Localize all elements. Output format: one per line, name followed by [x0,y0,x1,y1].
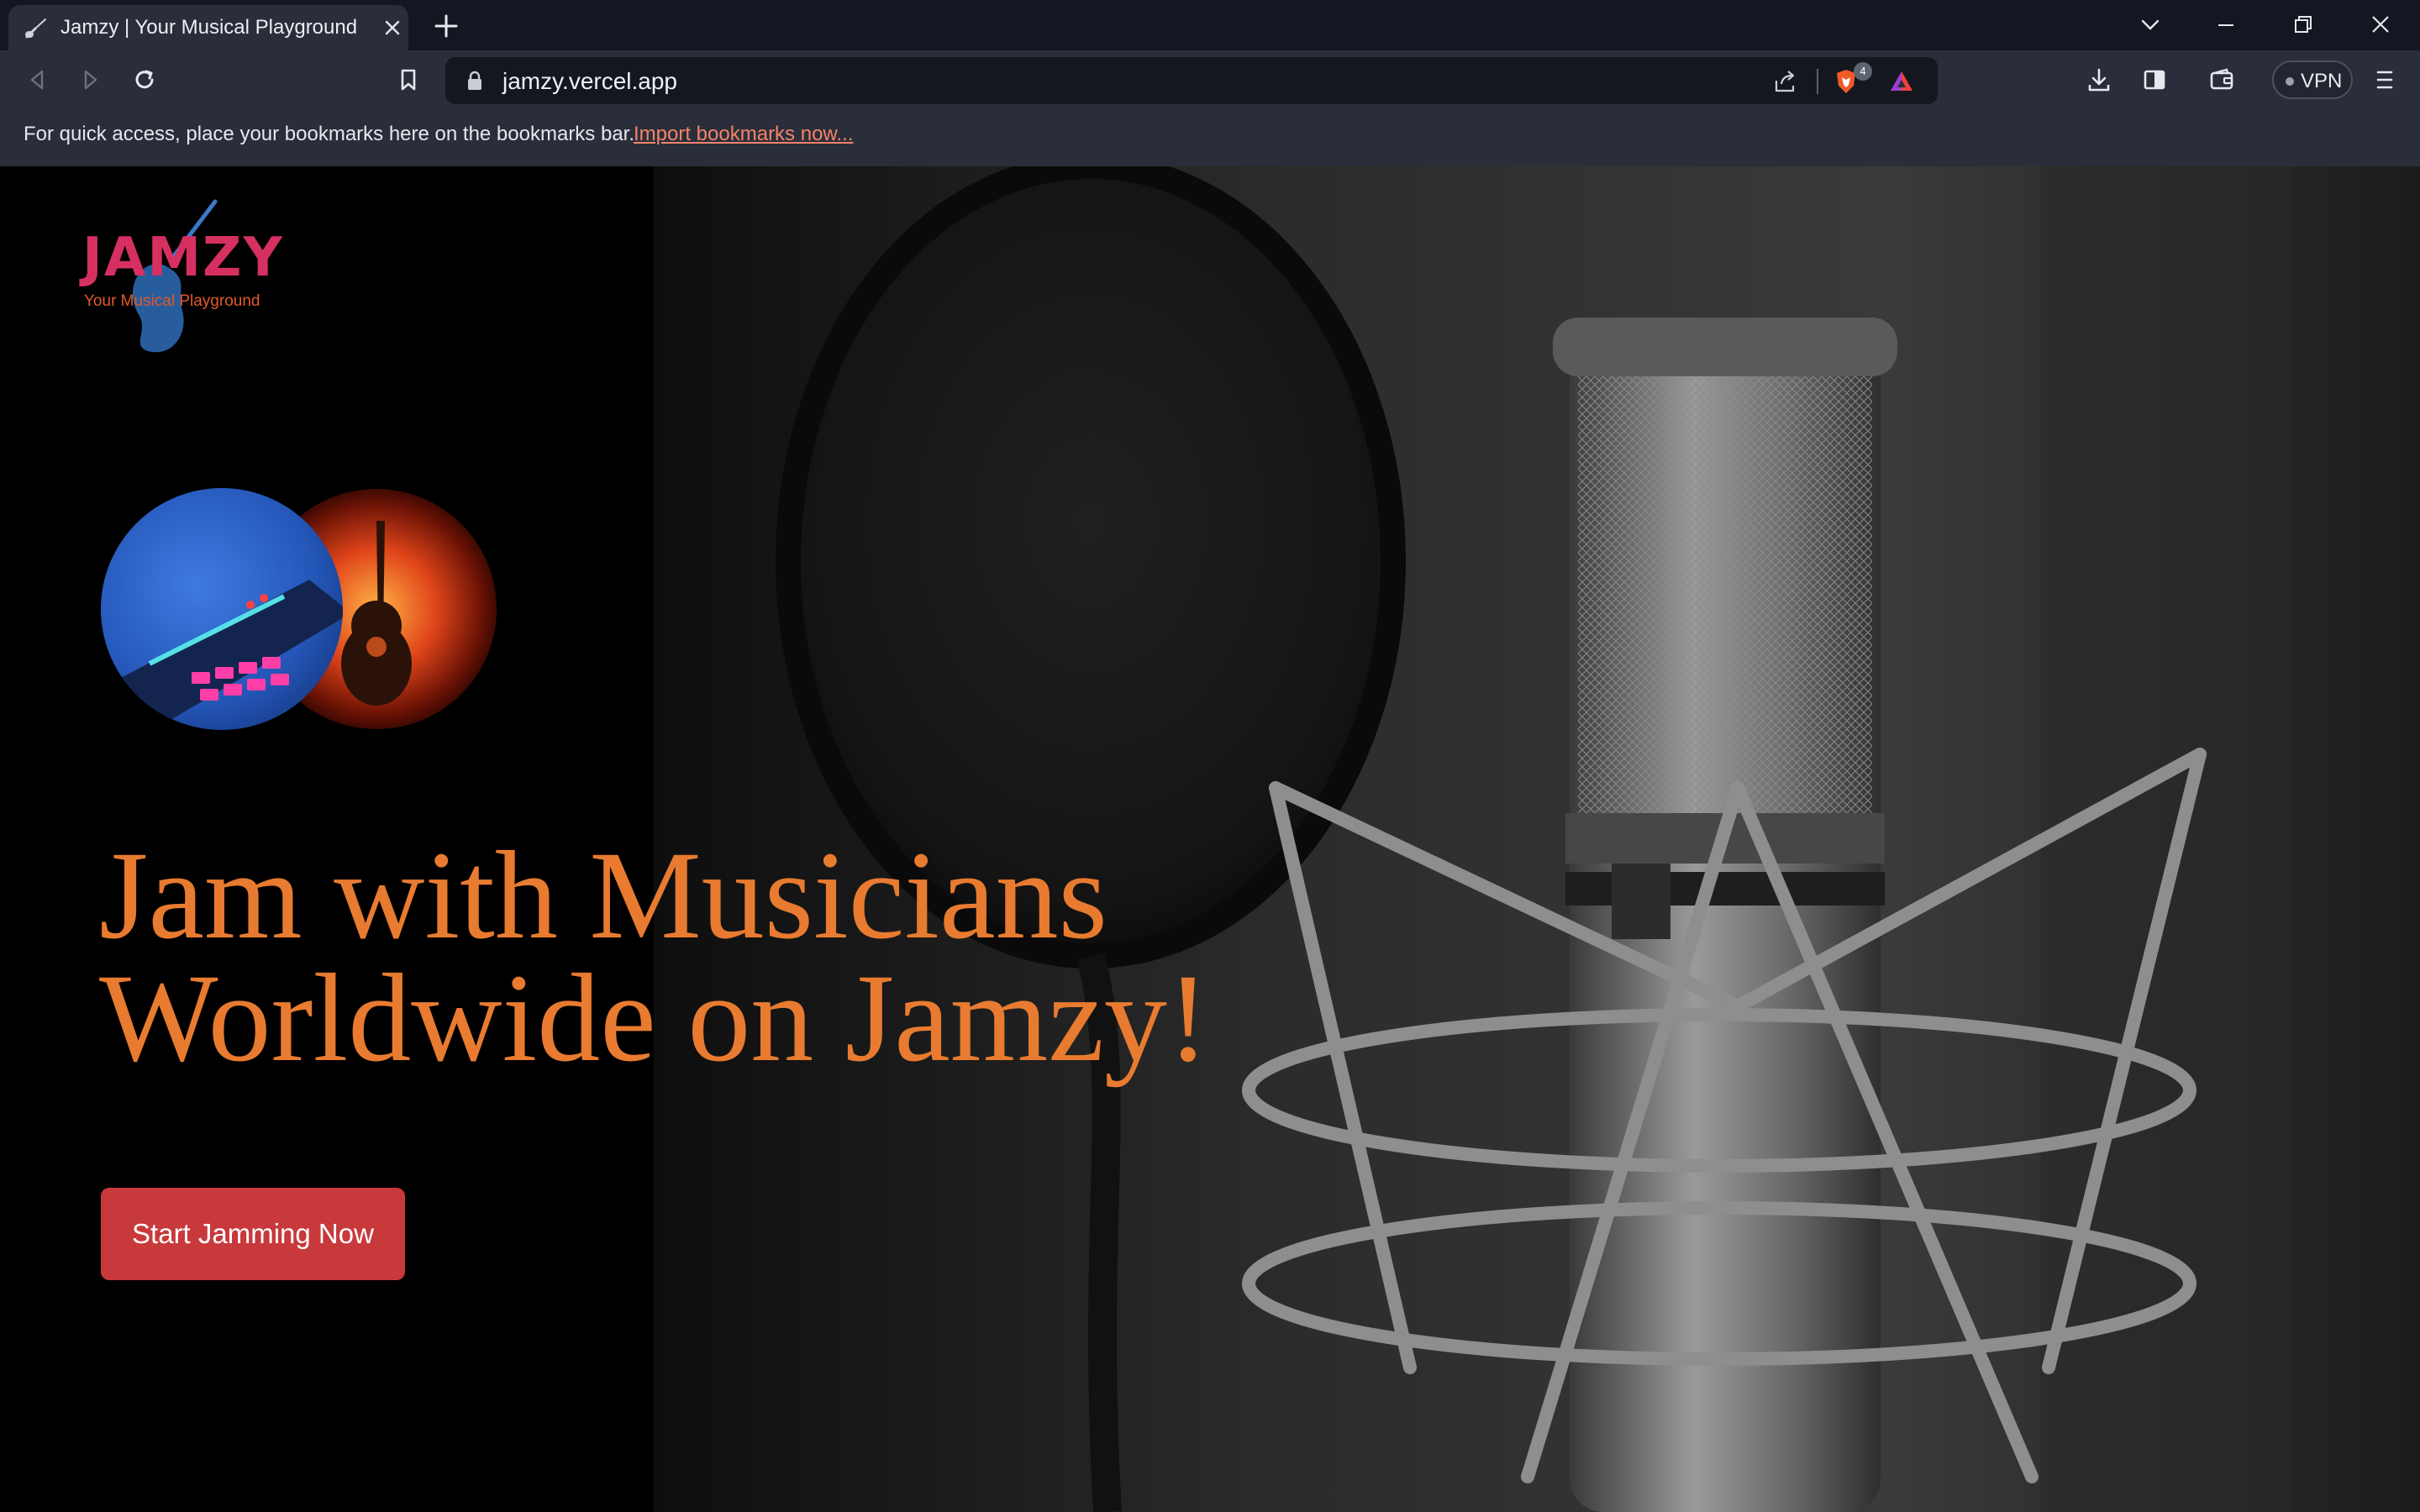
feature-images [101,488,497,730]
shields-count-badge: 4 [1854,62,1872,81]
browser-tab-active[interactable]: Jamzy | Your Musical Playground [8,5,408,50]
hero-headline: Jam with Musicians Worldwide on Jamzy! [99,826,1276,1088]
close-tab-icon[interactable] [381,17,403,39]
start-jamming-button[interactable]: Start Jamming Now [101,1188,405,1280]
reload-icon[interactable] [129,65,160,95]
address-bar[interactable]: jamzy.vercel.app [445,57,1938,104]
bookmarks-bar-message: For quick access, place your bookmarks h… [24,123,635,145]
bookmark-icon[interactable] [393,65,424,95]
forward-icon[interactable] [76,65,106,95]
minimize-icon[interactable] [2212,12,2240,39]
new-tab-icon[interactable] [432,12,460,40]
bookmarks-bar: For quick access, place your bookmarks h… [0,109,2420,166]
share-icon[interactable] [1771,67,1800,96]
lock-icon [468,71,481,90]
back-icon[interactable] [22,65,52,95]
omnibox-divider [1817,69,1818,94]
close-window-icon[interactable] [2366,12,2395,39]
menu-icon[interactable] [2370,65,2400,95]
headline-line-1: Jam with Musicians [99,826,1107,965]
vpn-button[interactable]: VPN [2272,60,2353,99]
sidebar-icon[interactable] [2139,65,2170,95]
jamzy-logo[interactable]: JAMZY Your Musical Playground [81,198,282,358]
guitar-favicon-icon [25,18,46,39]
logo-wordmark: JAMZY [82,227,284,289]
tab-search-chevron-icon[interactable] [2136,12,2165,39]
browser-titlebar: Jamzy | Your Musical Playground [0,0,2420,50]
logo-tagline: Your Musical Playground [84,292,260,310]
vpn-label: VPN [2301,70,2343,92]
brave-rewards-icon[interactable] [1887,67,1916,96]
browser-toolbar: jamzy.vercel.app 4 VPN [0,50,2420,109]
import-bookmarks-link[interactable]: Import bookmarks now... [634,123,853,146]
download-icon[interactable] [2084,65,2114,95]
tab-title: Jamzy | Your Musical Playground [60,16,358,39]
wallet-icon[interactable] [2207,65,2237,95]
vpn-status-dot [2286,77,2294,86]
headline-line-2: Worldwide on Jamzy! [99,948,1209,1088]
url-text: jamzy.vercel.app [502,68,678,94]
restore-icon[interactable] [2289,12,2317,39]
landing-page: JAMZY Your Musical Playground Jam with M… [0,166,2420,1512]
